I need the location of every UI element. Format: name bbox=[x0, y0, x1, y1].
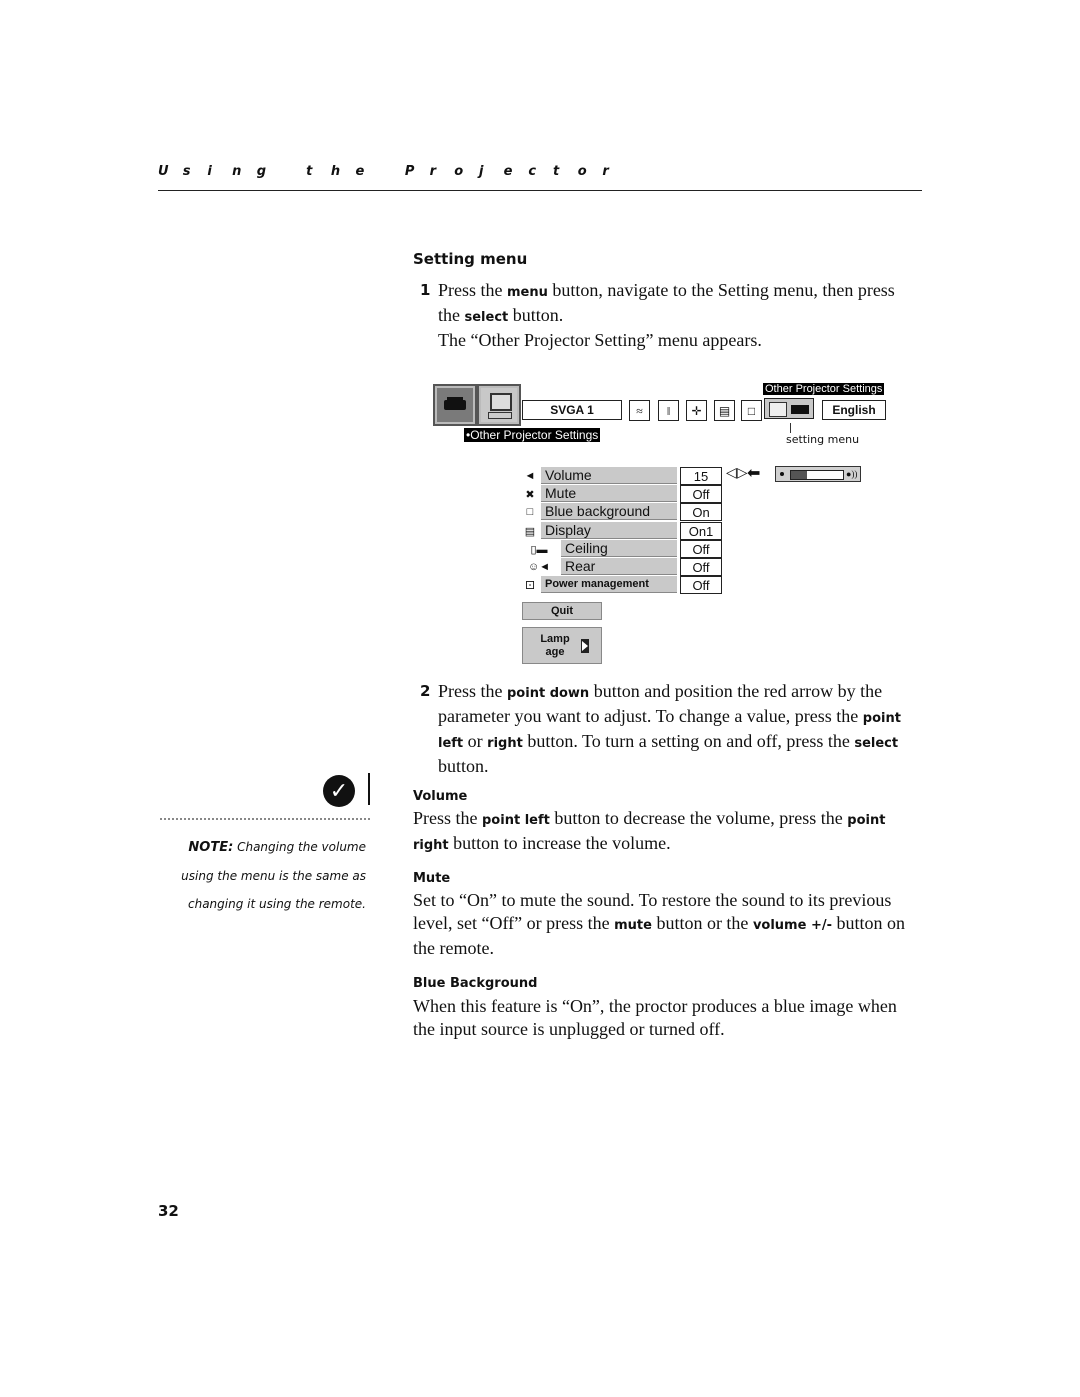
menu-value-display[interactable]: On1 bbox=[680, 522, 722, 540]
text-run: When this feature is “On”, the proctor p… bbox=[413, 996, 897, 1039]
computer-tab-button[interactable] bbox=[477, 384, 521, 426]
text-run: Press the bbox=[438, 280, 507, 300]
text-run: button. To turn a setting on and off, pr… bbox=[522, 731, 855, 751]
step-number: 2 bbox=[420, 682, 431, 700]
note-divider bbox=[160, 818, 370, 820]
mute-icon: ✖ bbox=[525, 488, 535, 501]
step-1-followup: The “Other Projector Setting” menu appea… bbox=[438, 330, 762, 350]
note-label: NOTE: bbox=[188, 840, 234, 855]
header-rule bbox=[158, 190, 922, 191]
volume-fill bbox=[791, 471, 807, 479]
menu-item-volume[interactable]: Volume bbox=[541, 467, 677, 484]
blue-background-heading: Blue Background bbox=[413, 976, 538, 991]
menu-value-blue-background[interactable]: On bbox=[680, 503, 722, 521]
text-run: button. bbox=[508, 305, 564, 325]
mute-text: Set to “On” to mute the sound. To restor… bbox=[413, 889, 923, 960]
play-arrow-icon bbox=[581, 638, 589, 653]
menu-item-blue-background[interactable]: Blue background bbox=[541, 503, 677, 520]
keyword: menu bbox=[507, 285, 548, 300]
menu-item-display[interactable]: Display bbox=[541, 522, 677, 539]
keyword: mute bbox=[614, 918, 652, 933]
callout-label: setting menu bbox=[786, 433, 860, 446]
menu-value-power-management[interactable]: Off bbox=[680, 576, 722, 594]
image-adjust-icon[interactable]: ≈ bbox=[629, 400, 650, 421]
text-run: button to decrease the volume, press the bbox=[549, 808, 848, 828]
mute-heading: Mute bbox=[413, 871, 451, 886]
sound-icon[interactable]: ‖ bbox=[658, 400, 679, 421]
note-check-icon: ✓ bbox=[323, 775, 355, 807]
text-run: button. bbox=[438, 756, 489, 776]
menu-value-volume[interactable]: 15 bbox=[680, 467, 722, 485]
menu-item-rear[interactable]: Rear bbox=[561, 558, 677, 575]
screen-icon[interactable]: ▤ bbox=[714, 400, 735, 421]
speaker-loud-icon: ●)) bbox=[846, 469, 858, 479]
pointer-arrow-icon: ⬅ bbox=[747, 465, 761, 482]
step-1-text: Press the menu button, navigate to the S… bbox=[438, 279, 908, 352]
text-run: Press the bbox=[413, 808, 482, 828]
text-run: Press the bbox=[438, 681, 507, 701]
source-field[interactable]: SVGA 1 bbox=[522, 400, 622, 420]
lamp-age-button[interactable]: Lamp age bbox=[522, 627, 602, 664]
keyword: right bbox=[487, 736, 523, 751]
keyword: select bbox=[854, 736, 899, 751]
display-icon: ▤ bbox=[524, 525, 536, 538]
step-1-body: Press the menu button, navigate to the S… bbox=[438, 280, 895, 325]
keyword: point down bbox=[507, 686, 590, 701]
screen-position-icon[interactable]: ✛ bbox=[686, 400, 707, 421]
language-field[interactable]: English bbox=[822, 400, 886, 420]
menu-value-ceiling[interactable]: Off bbox=[680, 540, 722, 558]
volume-text: Press the point left button to decrease … bbox=[413, 807, 923, 857]
menu-value-rear[interactable]: Off bbox=[680, 558, 722, 576]
keystone-icon[interactable]: □ bbox=[741, 400, 762, 421]
text-run: or bbox=[463, 731, 488, 751]
projector-tab-button[interactable] bbox=[433, 384, 477, 426]
volume-icon: ◄ bbox=[524, 470, 536, 482]
quit-button[interactable]: Quit bbox=[522, 602, 602, 620]
step-2-body: Press the point down button and position… bbox=[438, 681, 901, 776]
step-2-text: Press the point down button and position… bbox=[438, 680, 923, 778]
step-number: 1 bbox=[420, 281, 431, 299]
volume-slider[interactable]: ●)) bbox=[775, 466, 861, 482]
power-management-icon: ⚀ bbox=[525, 579, 535, 592]
text-run: button to increase the volume. bbox=[448, 833, 671, 853]
keyword: point left bbox=[482, 813, 550, 828]
keyword: volume +/- bbox=[752, 918, 832, 933]
text-run: button or the bbox=[651, 913, 753, 933]
keyword: select bbox=[464, 310, 509, 325]
volume-track bbox=[790, 470, 844, 480]
projector-icon bbox=[444, 400, 466, 410]
menu-item-mute[interactable]: Mute bbox=[541, 485, 677, 502]
osd-menu-title: •Other Projector Settings bbox=[464, 428, 601, 442]
computer-icon bbox=[490, 393, 512, 411]
menu-item-power-management[interactable]: Power management bbox=[541, 576, 677, 593]
note-bar bbox=[368, 773, 370, 805]
setting-menu-icon[interactable] bbox=[764, 398, 814, 419]
left-right-adjust-icon: ◁▷ bbox=[726, 466, 748, 481]
volume-heading: Volume bbox=[413, 789, 468, 804]
blue-background-icon: □ bbox=[526, 506, 534, 518]
rear-icon: ☺◄ bbox=[527, 561, 551, 573]
blue-background-text: When this feature is “On”, the proctor p… bbox=[413, 995, 903, 1041]
osd-top-title: Other Projector Settings bbox=[763, 383, 885, 395]
callout-line bbox=[790, 423, 791, 433]
menu-value-mute[interactable]: Off bbox=[680, 485, 722, 503]
running-header: Using the Projector bbox=[158, 164, 609, 179]
menu-item-ceiling[interactable]: Ceiling bbox=[561, 540, 677, 557]
section-title: Setting menu bbox=[413, 250, 528, 268]
ceiling-icon: ▯▬ bbox=[530, 543, 548, 556]
projector-osd-screenshot: SVGA 1 ≈ ‖ ✛ ▤ □ English Other Projector… bbox=[430, 380, 910, 665]
note-text: NOTE: Changing the volume using the menu… bbox=[160, 833, 366, 918]
page-number: 32 bbox=[158, 1202, 179, 1220]
